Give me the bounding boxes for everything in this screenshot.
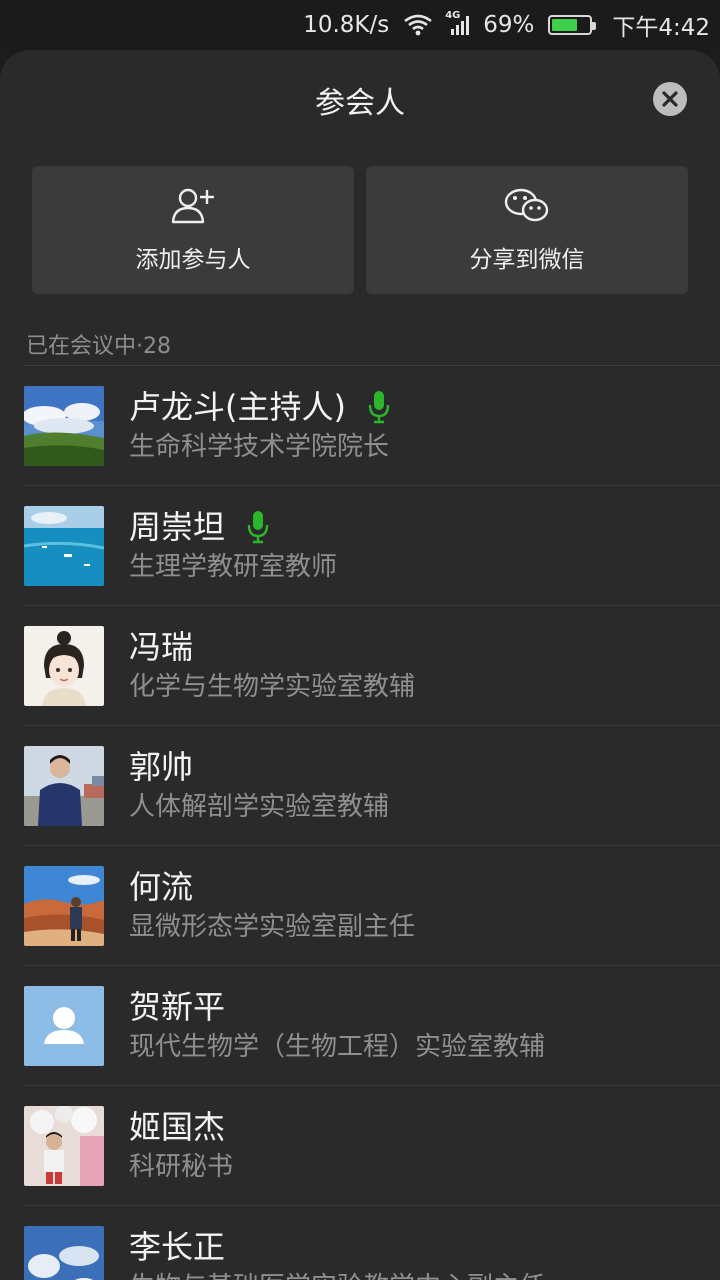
participant-row[interactable]: 郭帅 人体解剖学实验室教辅 (24, 726, 720, 846)
name-line: 卢龙斗(主持人) (129, 386, 390, 428)
close-button[interactable] (653, 82, 687, 116)
microphone-icon (247, 511, 269, 544)
participant-name: 郭帅 (129, 748, 194, 786)
battery-icon (548, 15, 597, 35)
microphone-icon (368, 391, 390, 424)
battery-percent: 69% (483, 12, 535, 38)
participant-role: 人体解剖学实验室教辅 (129, 792, 390, 822)
wifi-icon (403, 13, 433, 37)
participant-row[interactable]: 冯瑞 化学与生物学实验室教辅 (24, 606, 720, 726)
avatar (24, 1226, 104, 1280)
wechat-icon (504, 188, 549, 222)
name-line: 郭帅 (129, 746, 193, 788)
avatar (24, 866, 104, 946)
participant-name: 周崇坦 (129, 508, 226, 546)
name-line: 姬国杰 (129, 1106, 225, 1148)
default-avatar (24, 986, 104, 1066)
status-bar: 10.8K/s 4G 69% 下午4:42 (0, 0, 720, 50)
name-line: 周崇坦 (129, 506, 269, 548)
name-line: 李长正 (129, 1226, 225, 1268)
avatar (24, 1106, 104, 1186)
participant-name: 姬国杰 (129, 1108, 226, 1146)
participant-row[interactable]: 卢龙斗(主持人) 生命科学技术学院院长 (24, 366, 720, 486)
participant-role: 生命科学技术学院院长 (129, 432, 390, 462)
participant-role: 生物与基础医学实验教学中心副主任 (129, 1270, 545, 1280)
clock: 下午4:42 (612, 15, 710, 41)
participant-row[interactable]: 姬国杰 科研秘书 (24, 1086, 720, 1206)
network-speed: 10.8K/s (303, 12, 390, 38)
in-meeting-count: 已在会议中·28 (26, 334, 171, 359)
add-user-icon (171, 188, 214, 224)
participant-role: 显微形态学实验室副主任 (129, 912, 416, 942)
avatar (24, 386, 104, 466)
participant-role: 科研秘书 (129, 1152, 234, 1182)
action-buttons: 添加参与人 分享到微信 (32, 166, 688, 294)
avatar (24, 746, 104, 826)
name-line: 何流 (129, 866, 193, 908)
user-placeholder-icon (24, 986, 104, 1066)
participant-row[interactable]: 李长正 生物与基础医学实验教学中心副主任 (24, 1206, 720, 1280)
participant-row[interactable]: 贺新平 现代生物学（生物工程）实验室教辅 (24, 966, 720, 1086)
participant-list: 卢龙斗(主持人) 生命科学技术学院院长 周崇坦 生理学教研室教师 冯瑞 化学与生… (0, 366, 720, 1280)
participant-name: 李长正 (129, 1228, 226, 1266)
signal-icon: 4G (445, 10, 470, 36)
participant-row[interactable]: 何流 显微形态学实验室副主任 (24, 846, 720, 966)
participant-name: 卢龙斗(主持人) (129, 388, 346, 426)
close-icon (662, 91, 678, 107)
participant-role: 化学与生物学实验室教辅 (129, 672, 416, 702)
avatar (24, 626, 104, 706)
participant-name: 何流 (129, 868, 194, 906)
name-line: 贺新平 (129, 986, 225, 1028)
participant-name: 冯瑞 (129, 628, 194, 666)
participants-sheet: 参会人 添加参与人 分享到微信 已在会议中·28 卢龙斗(主持人) 生命科学技术… (0, 50, 720, 1280)
add-participant-label: 添加参与人 (135, 247, 251, 273)
participant-name: 贺新平 (129, 988, 226, 1026)
participant-role: 现代生物学（生物工程）实验室教辅 (129, 1032, 546, 1062)
avatar (24, 506, 104, 586)
share-wechat-button[interactable]: 分享到微信 (366, 166, 688, 294)
add-participant-button[interactable]: 添加参与人 (32, 166, 354, 294)
share-wechat-label: 分享到微信 (469, 247, 585, 273)
name-line: 冯瑞 (129, 626, 193, 668)
sheet-title: 参会人 (315, 86, 405, 121)
network-type: 4G (445, 10, 461, 21)
participant-role: 生理学教研室教师 (129, 552, 338, 582)
participant-row[interactable]: 周崇坦 生理学教研室教师 (24, 486, 720, 606)
